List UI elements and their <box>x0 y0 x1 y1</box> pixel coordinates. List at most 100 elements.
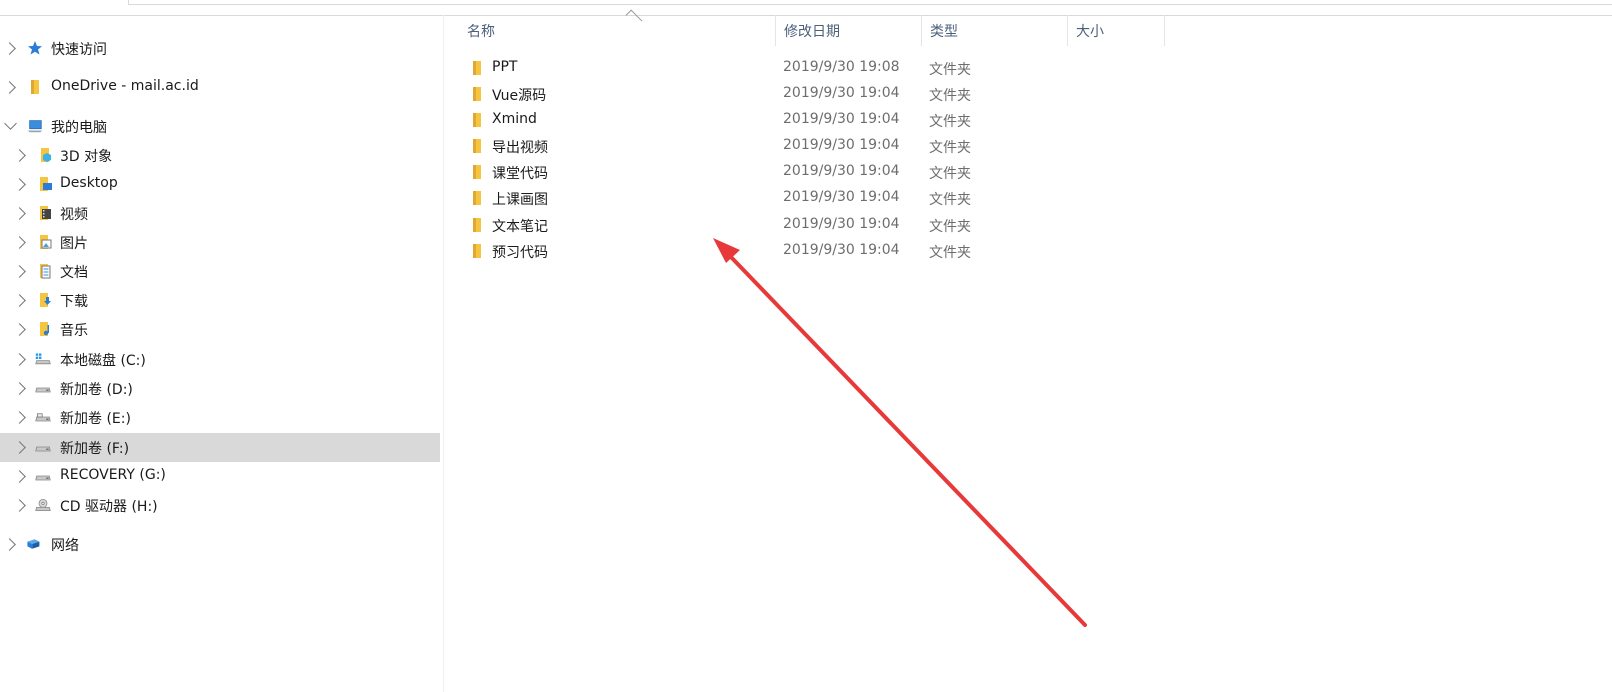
nav-item-cd-drive-h[interactable]: CD 驱动器 (H:) <box>0 491 440 520</box>
nav-item-label: RECOVERY (G:) <box>60 467 166 483</box>
drive-icon <box>35 380 51 396</box>
navigation-pane: 快速访问 OneDrive - mail.ac.id 我的电脑 3D 对象 De… <box>0 15 444 692</box>
chevron-right-icon[interactable] <box>13 178 26 191</box>
nav-item-label: 快速访问 <box>51 42 107 58</box>
chevron-right-icon[interactable] <box>13 499 26 512</box>
file-row[interactable]: PPT 2019/9/30 19:08 文件夹 <box>462 55 1162 81</box>
documents-icon <box>37 263 53 279</box>
nav-item-label: 本地磁盘 (C:) <box>60 353 146 369</box>
nav-item-this-pc[interactable]: 我的电脑 <box>0 112 440 141</box>
file-date: 2019/9/30 19:04 <box>783 85 900 101</box>
chevron-right-icon[interactable] <box>13 323 26 336</box>
nav-item-downloads[interactable]: 下载 <box>0 286 440 315</box>
file-date: 2019/9/30 19:04 <box>783 163 900 179</box>
file-row[interactable]: 预习代码 2019/9/30 19:04 文件夹 <box>462 238 1162 264</box>
column-header-label: 修改日期 <box>784 23 840 40</box>
column-header-type[interactable]: 类型 <box>922 15 1068 46</box>
folder-icon <box>473 61 481 75</box>
file-type: 文件夹 <box>929 114 971 130</box>
chevron-right-icon[interactable] <box>13 236 26 249</box>
nav-item-label: 文档 <box>60 265 88 281</box>
nav-item-label: 新加卷 (D:) <box>60 382 133 398</box>
column-header-label: 名称 <box>467 23 495 40</box>
file-date: 2019/9/30 19:04 <box>783 111 900 127</box>
chevron-down-icon[interactable] <box>4 117 17 130</box>
file-row[interactable]: 文本笔记 2019/9/30 19:04 文件夹 <box>462 212 1162 238</box>
file-date: 2019/9/30 19:08 <box>783 59 900 75</box>
file-row[interactable]: 课堂代码 2019/9/30 19:04 文件夹 <box>462 159 1162 185</box>
nav-item-drive-f[interactable]: 新加卷 (F:) <box>0 433 440 462</box>
drive-icon <box>35 468 51 484</box>
nav-item-desktop[interactable]: Desktop <box>0 170 440 199</box>
music-icon <box>37 321 53 337</box>
star-icon <box>27 40 43 56</box>
column-header-date[interactable]: 修改日期 <box>776 15 922 46</box>
video-icon <box>37 205 53 221</box>
chevron-right-icon[interactable] <box>3 42 16 55</box>
chevron-right-icon[interactable] <box>13 470 26 483</box>
folder-icon <box>473 87 481 101</box>
nav-item-3d-objects[interactable]: 3D 对象 <box>0 141 440 170</box>
address-bar[interactable] <box>128 0 1612 5</box>
file-name: Vue源码 <box>492 88 547 104</box>
download-icon <box>37 292 53 308</box>
nav-item-label: 新加卷 (E:) <box>60 411 131 427</box>
nav-item-network[interactable]: 网络 <box>0 530 440 559</box>
file-type: 文件夹 <box>929 192 971 208</box>
file-row[interactable]: 导出视频 2019/9/30 19:04 文件夹 <box>462 133 1162 159</box>
nav-item-pictures[interactable]: 图片 <box>0 228 440 257</box>
chevron-right-icon[interactable] <box>13 353 26 366</box>
nav-item-drive-g[interactable]: RECOVERY (G:) <box>0 462 440 491</box>
nav-item-music[interactable]: 音乐 <box>0 315 440 344</box>
chevron-right-icon[interactable] <box>13 294 26 307</box>
folder-icon <box>473 165 481 179</box>
chevron-right-icon[interactable] <box>13 382 26 395</box>
nav-item-onedrive[interactable]: OneDrive - mail.ac.id <box>0 73 440 102</box>
file-row[interactable]: 上课画图 2019/9/30 19:04 文件夹 <box>462 185 1162 211</box>
file-row[interactable]: Xmind 2019/9/30 19:04 文件夹 <box>462 107 1162 133</box>
chevron-right-icon[interactable] <box>13 441 26 454</box>
nav-item-label: 图片 <box>60 236 88 252</box>
nav-item-drive-d[interactable]: 新加卷 (D:) <box>0 374 440 403</box>
nav-item-documents[interactable]: 文档 <box>0 257 440 286</box>
file-row[interactable]: Vue源码 2019/9/30 19:04 文件夹 <box>462 81 1162 107</box>
column-header-label: 类型 <box>930 23 958 40</box>
desktop-icon <box>37 176 53 192</box>
nav-item-label: OneDrive - mail.ac.id <box>51 78 199 94</box>
file-list-pane: 名称 修改日期 类型 大小 PPT 2019/9/30 19:08 文件夹 Vu… <box>444 9 1612 692</box>
column-header-name[interactable]: 名称 <box>459 9 776 46</box>
computer-icon <box>27 118 43 134</box>
folder-icon <box>473 218 481 232</box>
file-name: Xmind <box>492 111 537 127</box>
nav-item-label: 下载 <box>60 294 88 310</box>
nav-item-drive-e[interactable]: 新加卷 (E:) <box>0 403 440 432</box>
drive-icon <box>35 439 51 455</box>
file-name: 课堂代码 <box>492 166 548 182</box>
file-name: 导出视频 <box>492 140 548 156</box>
chevron-right-icon[interactable] <box>3 538 16 551</box>
nav-item-quick-access[interactable]: 快速访问 <box>0 34 440 63</box>
chevron-right-icon[interactable] <box>3 81 16 94</box>
chevron-right-icon[interactable] <box>13 149 26 162</box>
file-type: 文件夹 <box>929 166 971 182</box>
column-header-label: 大小 <box>1076 23 1104 40</box>
nav-item-label: Desktop <box>60 175 118 191</box>
chevron-right-icon[interactable] <box>13 265 26 278</box>
pictures-icon <box>37 234 53 250</box>
nav-item-videos[interactable]: 视频 <box>0 199 440 228</box>
file-name: 预习代码 <box>492 245 548 261</box>
chevron-right-icon[interactable] <box>13 207 26 220</box>
chevron-right-icon[interactable] <box>13 411 26 424</box>
file-explorer-window: 快速访问 OneDrive - mail.ac.id 我的电脑 3D 对象 De… <box>0 0 1612 692</box>
file-type: 文件夹 <box>929 62 971 78</box>
column-header-size[interactable]: 大小 <box>1068 15 1165 46</box>
file-date: 2019/9/30 19:04 <box>783 137 900 153</box>
file-date: 2019/9/30 19:04 <box>783 216 900 232</box>
nav-item-drive-c[interactable]: 本地磁盘 (C:) <box>0 345 440 374</box>
3d-objects-icon <box>37 147 53 163</box>
file-type: 文件夹 <box>929 140 971 156</box>
drive-icon <box>35 409 51 425</box>
file-date: 2019/9/30 19:04 <box>783 189 900 205</box>
file-name: 上课画图 <box>492 192 548 208</box>
cd-drive-icon <box>35 497 51 513</box>
